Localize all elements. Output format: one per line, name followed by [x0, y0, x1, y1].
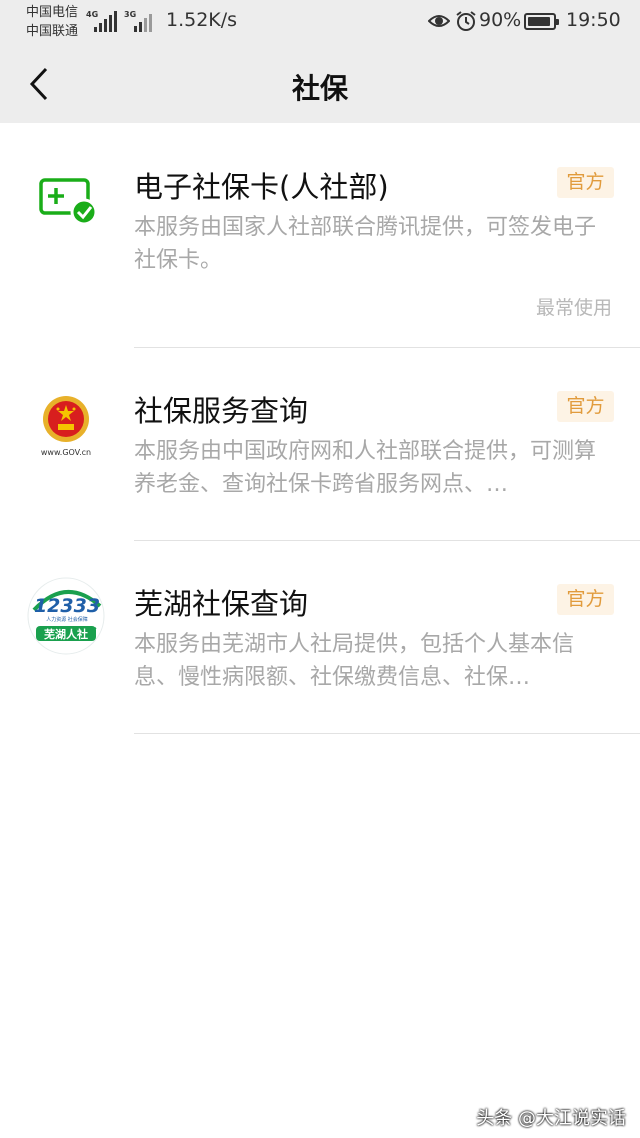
official-badge: 官方 [557, 584, 614, 615]
page-title: 社保 [291, 72, 348, 105]
service-name: 芜湖社保查询 [134, 587, 309, 621]
service-item-social-security-query[interactable]: www.GOV.cn 社保服务查询 官方 本服务由中国政府网和人社部联合提供，可… [0, 348, 640, 541]
carrier-1: 中国电信 [26, 5, 79, 20]
network-type-2: 3G [124, 10, 137, 19]
status-bar: 中国电信 中国联通 4G 3G 1.52K/s 90% 19:50 [0, 0, 640, 44]
signal-icon: 4G [86, 10, 118, 32]
gov-logo-caption: www.GOV.cn [41, 448, 91, 457]
network-speed: 1.52K/s [166, 9, 238, 31]
most-used-label: 最常使用 [535, 297, 612, 319]
service-description: 本服务由国家人社部联合腾讯提供，可签发电子社保卡。 [134, 215, 597, 273]
official-badge: 官方 [557, 391, 614, 422]
wuhu-hrss-logo-icon: 12333 人力资源 社会保障 芜湖人社 [27, 577, 105, 655]
clock: 19:50 [566, 9, 621, 31]
watermark: 头条 @大江说实话 [476, 1108, 626, 1129]
carrier-2: 中国联通 [26, 24, 79, 39]
network-type-1: 4G [86, 10, 99, 19]
alarm-icon [456, 11, 476, 31]
national-emblem-icon: www.GOV.cn [41, 396, 91, 457]
service-description: 本服务由芜湖市人社局提供，包括个人基本信息、慢性病限额、社保缴费信息、社保… [134, 632, 575, 690]
wuhu-logo-caption: 芜湖人社 [44, 627, 88, 641]
e-social-security-card-icon [39, 178, 98, 226]
service-name: 社保服务查询 [134, 394, 309, 428]
service-name: 电子社保卡(人社部) [134, 170, 389, 204]
service-item-wuhu-social-security[interactable]: 12333 人力资源 社会保障 芜湖人社 芜湖社保查询 官方 本服务由芜湖市人社… [0, 541, 640, 734]
battery-percent: 90% [479, 9, 522, 31]
carrier-names: 中国电信 中国联通 [26, 3, 78, 41]
official-badge: 官方 [557, 167, 614, 198]
eye-icon [428, 15, 450, 27]
nav-bar: 社保 [0, 44, 640, 123]
service-item-e-social-card[interactable]: 电子社保卡(人社部) 官方 本服务由国家人社部联合腾讯提供，可签发电子社保卡。 … [0, 123, 640, 319]
signal-icon-2: 3G [124, 10, 156, 32]
divider [134, 733, 640, 734]
wuhu-logo-subtitle: 人力资源 社会保障 [46, 616, 88, 623]
service-description: 本服务由中国政府网和人社部联合提供，可测算养老金、查询社保卡跨省服务网点、… [134, 439, 597, 497]
wuhu-logo-number: 12333 [34, 595, 100, 617]
battery-icon [524, 13, 559, 30]
